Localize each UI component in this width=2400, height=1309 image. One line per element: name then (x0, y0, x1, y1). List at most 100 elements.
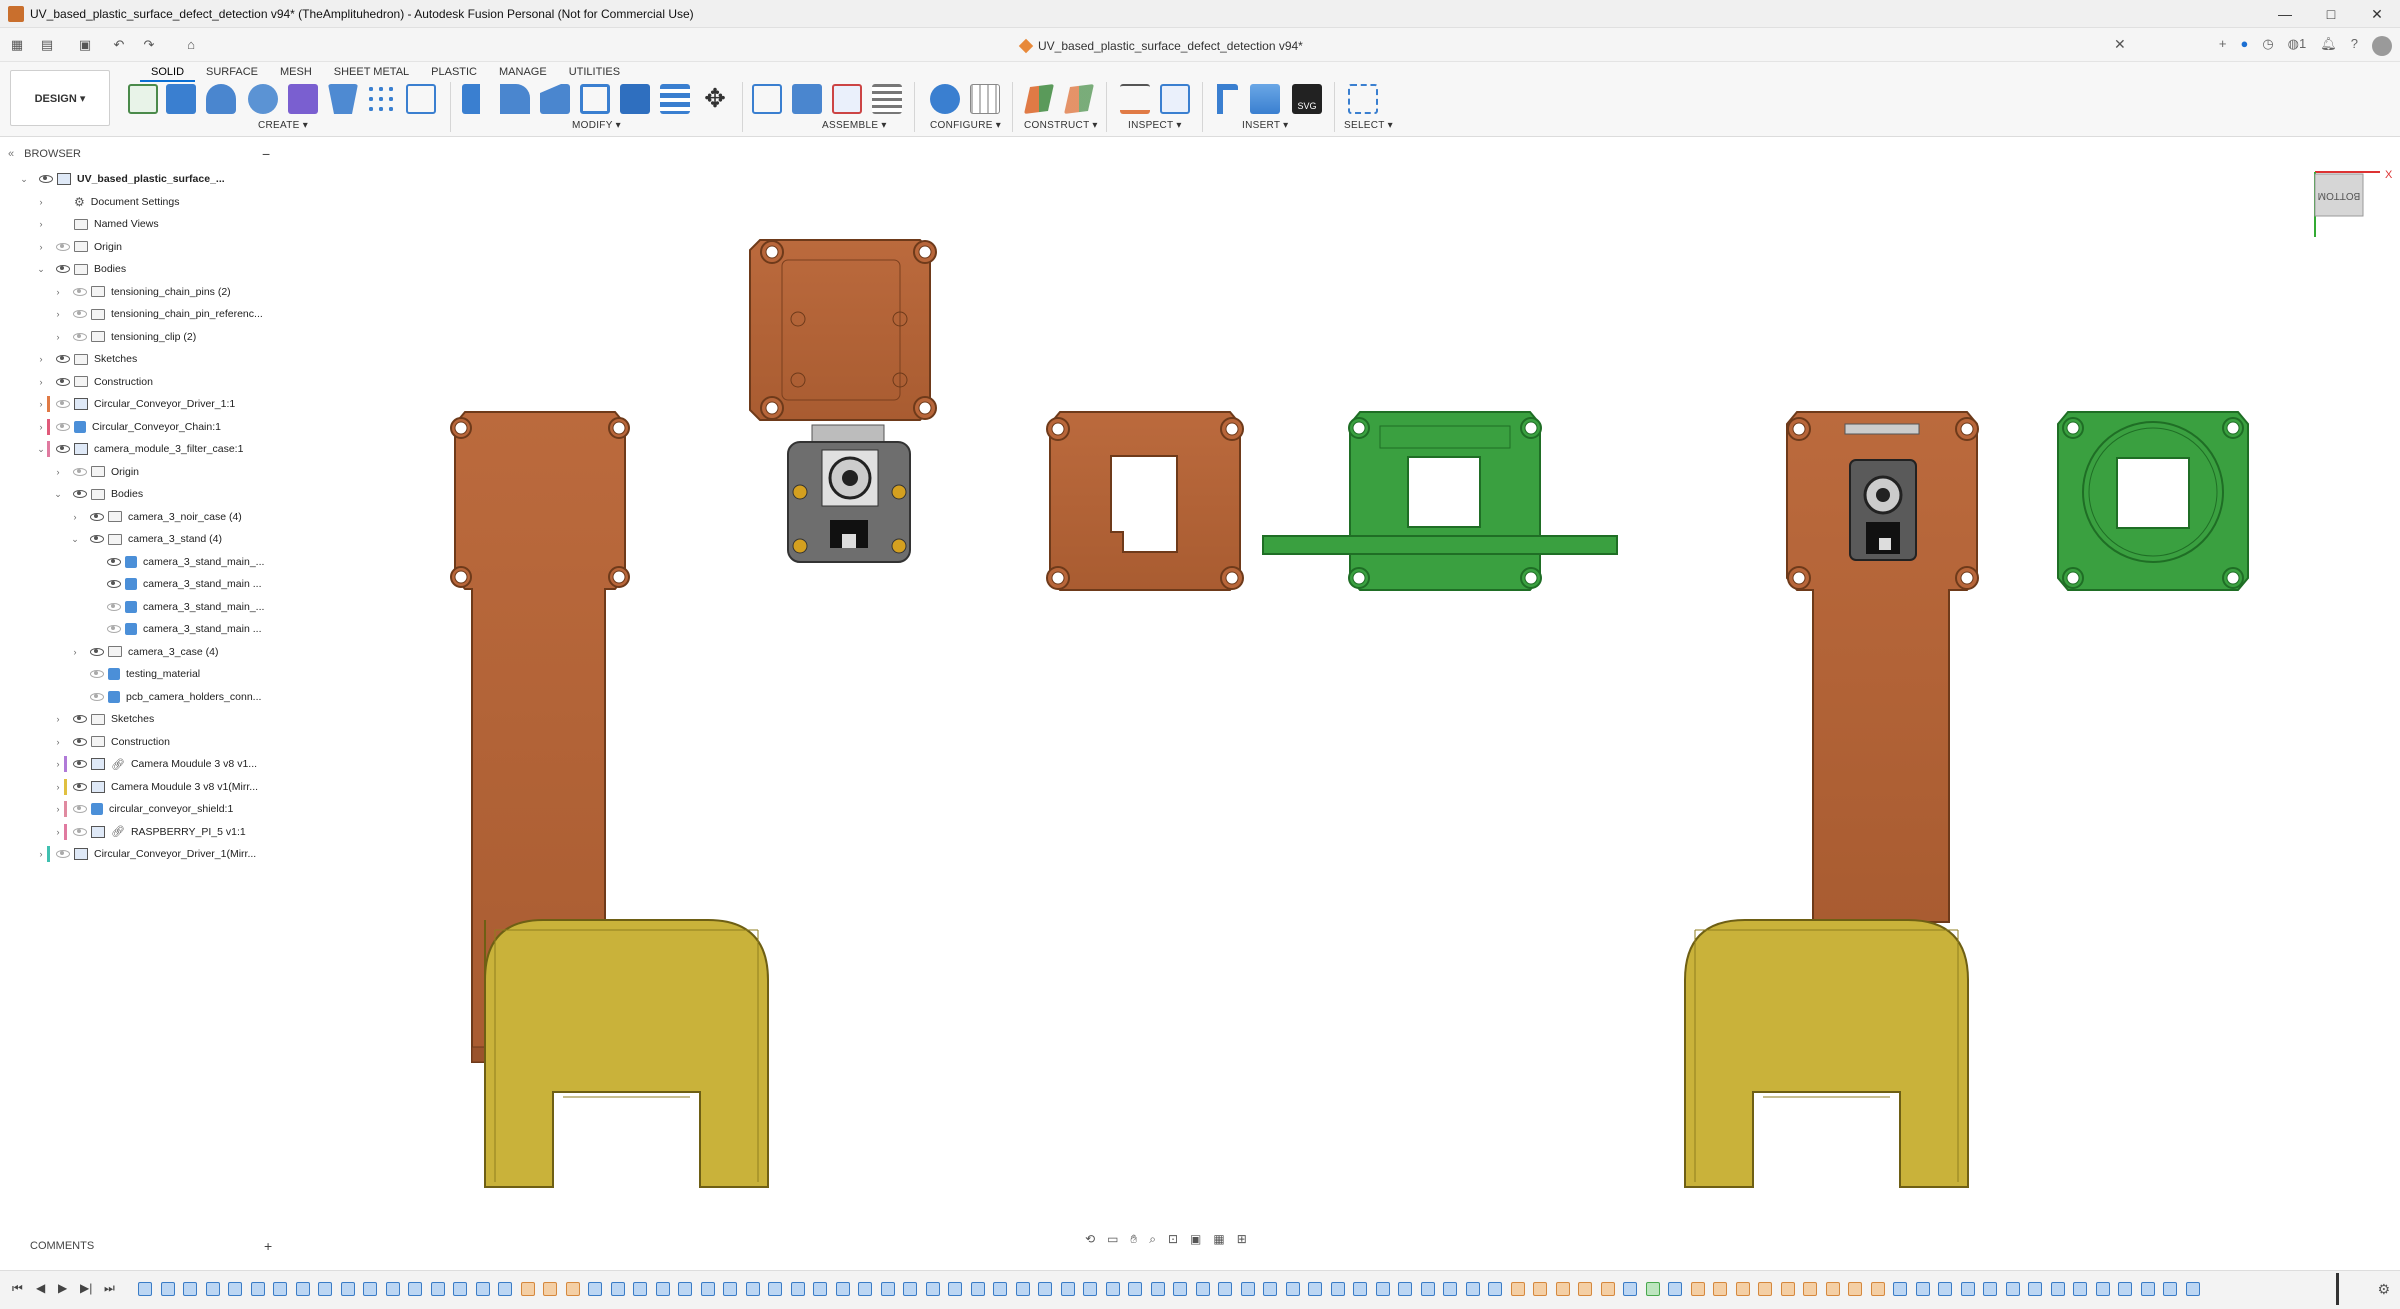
timeline-feature-icon[interactable] (273, 1282, 287, 1296)
chevron-right-icon[interactable]: › (35, 242, 47, 252)
chevron-right-icon[interactable]: › (52, 714, 64, 724)
fit-icon[interactable]: ⊡ (1168, 1232, 1178, 1247)
offset-face-icon[interactable] (660, 84, 690, 114)
chevron-right-icon[interactable]: › (52, 782, 64, 792)
tab-solid[interactable]: SOLID (140, 64, 196, 82)
configure-icon[interactable] (930, 84, 960, 114)
yellow-conveyor-shield-right[interactable] (1684, 919, 1969, 1188)
visibility-eye-icon[interactable] (73, 287, 87, 296)
chevron-right-icon[interactable]: › (52, 287, 64, 297)
view-cube[interactable]: BOTTOM X (2314, 169, 2393, 237)
timeline-feature-icon[interactable] (2185, 1282, 2200, 1296)
browser-tree-row[interactable]: › camera_3_noir_case (4) (69, 506, 242, 528)
press-pull-icon[interactable] (462, 84, 480, 114)
timeline-feature-icon[interactable] (1218, 1282, 1232, 1296)
timeline-feature-icon[interactable] (1938, 1282, 1952, 1296)
browser-tree-row[interactable]: camera_3_stand_main_... (86, 551, 264, 573)
timeline-feature-icon[interactable] (610, 1282, 625, 1296)
home-icon[interactable]: ⌂ (182, 36, 200, 54)
timeline-feature-icon[interactable] (1105, 1282, 1120, 1296)
as-built-joint-icon[interactable] (832, 84, 862, 114)
chevron-right-icon[interactable]: › (35, 219, 47, 229)
timeline-feature-icon[interactable] (1713, 1282, 1727, 1296)
extrude-icon[interactable] (166, 84, 196, 114)
chevron-right-icon[interactable]: › (52, 332, 64, 342)
new-component-icon[interactable] (288, 84, 318, 114)
timeline-feature-icon[interactable] (1398, 1282, 1412, 1296)
browser-tree-row[interactable]: › Sketches (35, 348, 138, 370)
visibility-eye-icon[interactable] (56, 265, 70, 273)
timeline-feature-icon[interactable] (2005, 1282, 2020, 1296)
chevron-down-icon[interactable]: ⌄ (35, 264, 47, 275)
timeline-feature-icon[interactable] (1870, 1282, 1885, 1296)
timeline-feature-icon[interactable] (1555, 1282, 1570, 1296)
browser-tree-row[interactable]: › Named Views (35, 213, 159, 235)
chevron-right-icon[interactable]: › (52, 467, 64, 477)
timeline-feature-icon[interactable] (1600, 1282, 1615, 1296)
timeline-feature-icon[interactable] (678, 1282, 692, 1296)
timeline-feature-icon[interactable] (1915, 1282, 1930, 1296)
chevron-right-icon[interactable]: › (52, 309, 64, 319)
visibility-eye-icon[interactable] (73, 490, 87, 498)
visibility-eye-icon[interactable] (73, 760, 87, 768)
timeline-feature-icon[interactable] (1578, 1282, 1592, 1296)
green-camera-stand[interactable] (1262, 411, 1618, 591)
timeline-feature-icon[interactable] (1893, 1282, 1907, 1296)
timeline-feature-icon[interactable] (790, 1282, 805, 1296)
notifications-count-icon[interactable]: ◍1 (2288, 36, 2307, 56)
minimize-button[interactable]: — (2262, 0, 2308, 28)
timeline-feature-icon[interactable] (1015, 1282, 1030, 1296)
visibility-eye-icon[interactable] (56, 850, 70, 858)
chevron-right-icon[interactable]: › (35, 422, 47, 432)
midplane-icon[interactable] (1064, 84, 1094, 114)
browser-tree-row[interactable]: › Construction (52, 731, 170, 753)
timeline-feature-icon[interactable] (880, 1282, 895, 1296)
timeline-feature-icon[interactable] (385, 1282, 400, 1296)
timeline-feature-icon[interactable] (2140, 1282, 2155, 1296)
create-group-label[interactable]: CREATE ▾ (258, 120, 308, 131)
timeline-feature-icon[interactable] (2073, 1282, 2087, 1296)
pattern-icon[interactable] (366, 84, 396, 114)
section-analysis-icon[interactable] (1160, 84, 1190, 114)
browser-collapse-icon[interactable]: « (8, 148, 14, 160)
chevron-right-icon[interactable]: › (52, 804, 64, 814)
copper-case-plate-top[interactable] (749, 239, 937, 421)
timeline-feature-icon[interactable] (1330, 1282, 1345, 1296)
visibility-eye-icon[interactable] (73, 737, 87, 746)
green-filter-plate[interactable] (2057, 411, 2249, 591)
timeline-feature-icon[interactable] (498, 1282, 512, 1296)
timeline-feature-icon[interactable] (408, 1282, 422, 1296)
browser-tree-row[interactable]: › Camera Moudule 3 v8 v1(Mirr... (52, 776, 258, 798)
timeline-feature-icon[interactable] (228, 1282, 242, 1296)
visibility-eye-icon[interactable] (107, 602, 121, 611)
browser-tree-row[interactable]: ⌄ Bodies (35, 258, 126, 280)
browser-tree-row[interactable]: › Construction (35, 371, 153, 393)
visibility-eye-icon[interactable] (73, 827, 87, 836)
timeline-feature-icon[interactable] (1960, 1282, 1975, 1296)
timeline-settings-icon[interactable]: ⚙ (2377, 1281, 2390, 1298)
save-icon[interactable]: ▣ (76, 36, 94, 54)
timeline-next-icon[interactable]: ▶| (80, 1281, 92, 1295)
browser-tree-row[interactable]: › Origin (52, 461, 140, 483)
timeline-feature-icon[interactable] (588, 1282, 602, 1296)
timeline-feature-icon[interactable] (1690, 1282, 1705, 1296)
timeline-feature-icon[interactable] (1488, 1282, 1502, 1296)
timeline-feature-icon[interactable] (543, 1282, 557, 1296)
chevron-right-icon[interactable]: › (35, 849, 47, 859)
insert-group-label[interactable]: INSERT ▾ (1242, 120, 1289, 131)
visibility-eye-icon[interactable] (107, 625, 121, 633)
browser-tree-row[interactable]: ⌄ UV_based_plastic_surface_... (18, 168, 225, 190)
visibility-eye-icon[interactable] (56, 422, 70, 431)
timeline-feature-icon[interactable] (1173, 1282, 1187, 1296)
configure-table-icon[interactable] (970, 84, 1000, 114)
copper-cable-holder-right[interactable] (1786, 411, 1979, 923)
close-tab-icon[interactable]: ✕ (2114, 36, 2126, 53)
chevron-right-icon[interactable]: › (35, 197, 47, 207)
timeline-feature-icon[interactable] (1443, 1282, 1457, 1296)
timeline-feature-icon[interactable] (295, 1282, 310, 1296)
configure-group-label[interactable]: CONFIGURE ▾ (930, 120, 1001, 131)
insert-image-icon[interactable] (1250, 84, 1280, 114)
browser-tree-row[interactable]: › Circular_Conveyor_Chain:1 (35, 416, 221, 438)
timeline-feature-icon[interactable] (1465, 1282, 1480, 1296)
visibility-eye-icon[interactable] (73, 310, 87, 318)
